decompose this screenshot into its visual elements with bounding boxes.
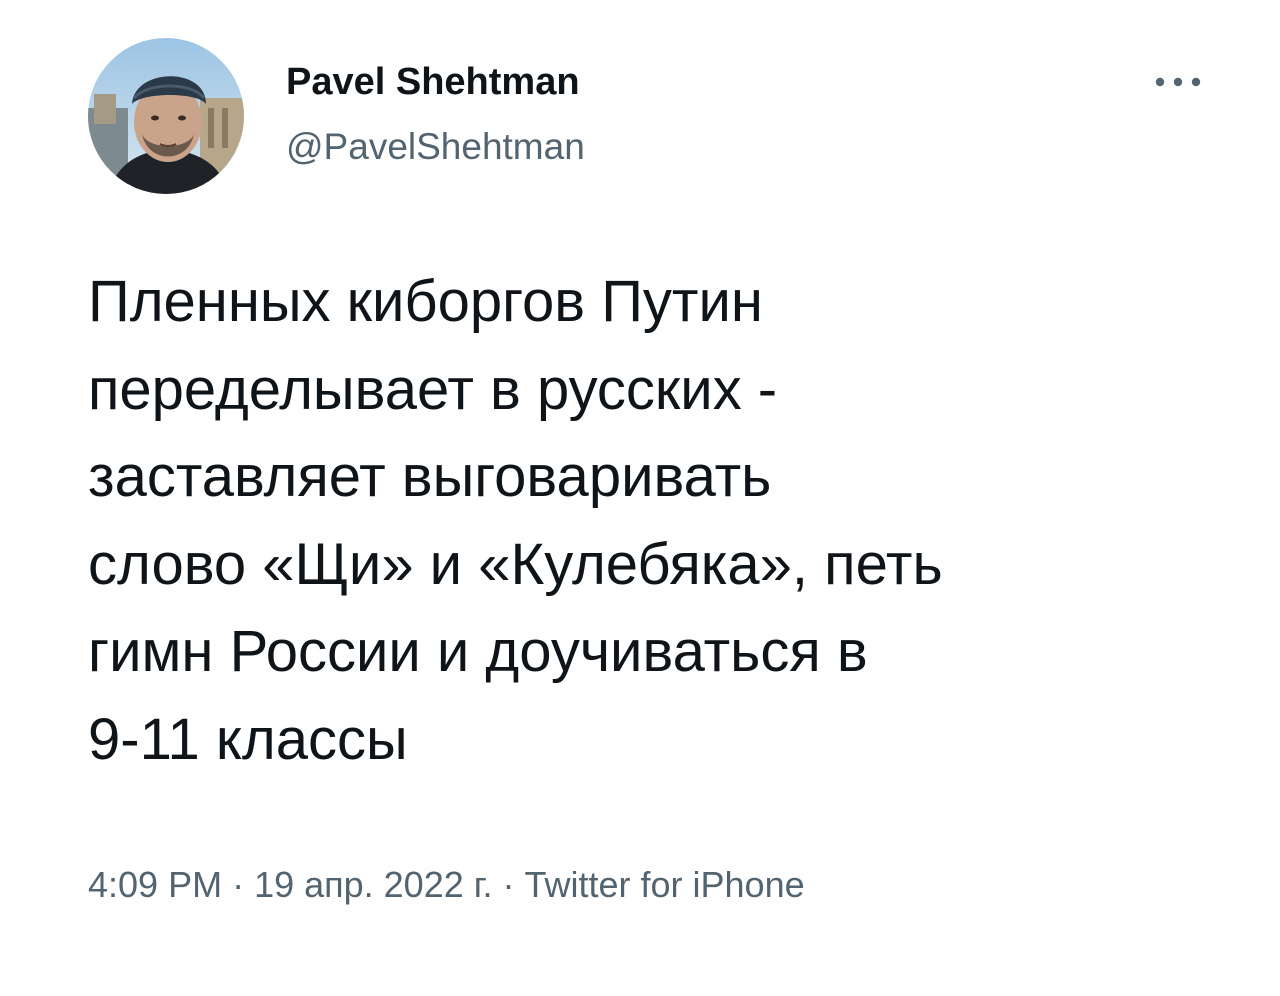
more-button[interactable]	[1148, 60, 1208, 104]
tweet-time-link[interactable]: 4:09 PM	[88, 864, 222, 905]
avatar[interactable]	[88, 38, 244, 194]
meta-separator: ·	[222, 864, 255, 905]
avatar-photo	[88, 38, 244, 194]
author-handle[interactable]: @PavelShehtman	[286, 124, 585, 170]
tweet-source-link[interactable]: Twitter for iPhone	[525, 864, 805, 905]
author-name[interactable]: Pavel Shehtman	[286, 58, 580, 106]
more-horizontal-icon	[1155, 77, 1201, 87]
tweet-text: Пленных киборгов Путин переделывает в ру…	[88, 269, 943, 772]
tweet-meta: 4:09 PM · 19 апр. 2022 г. · Twitter for …	[88, 860, 805, 910]
meta-separator-2: ·	[492, 864, 525, 905]
tweet-card: Pavel Shehtman @PavelShehtman Пленных ки…	[0, 0, 1280, 996]
tweet-date-link[interactable]: 19 апр. 2022 г.	[254, 864, 492, 905]
